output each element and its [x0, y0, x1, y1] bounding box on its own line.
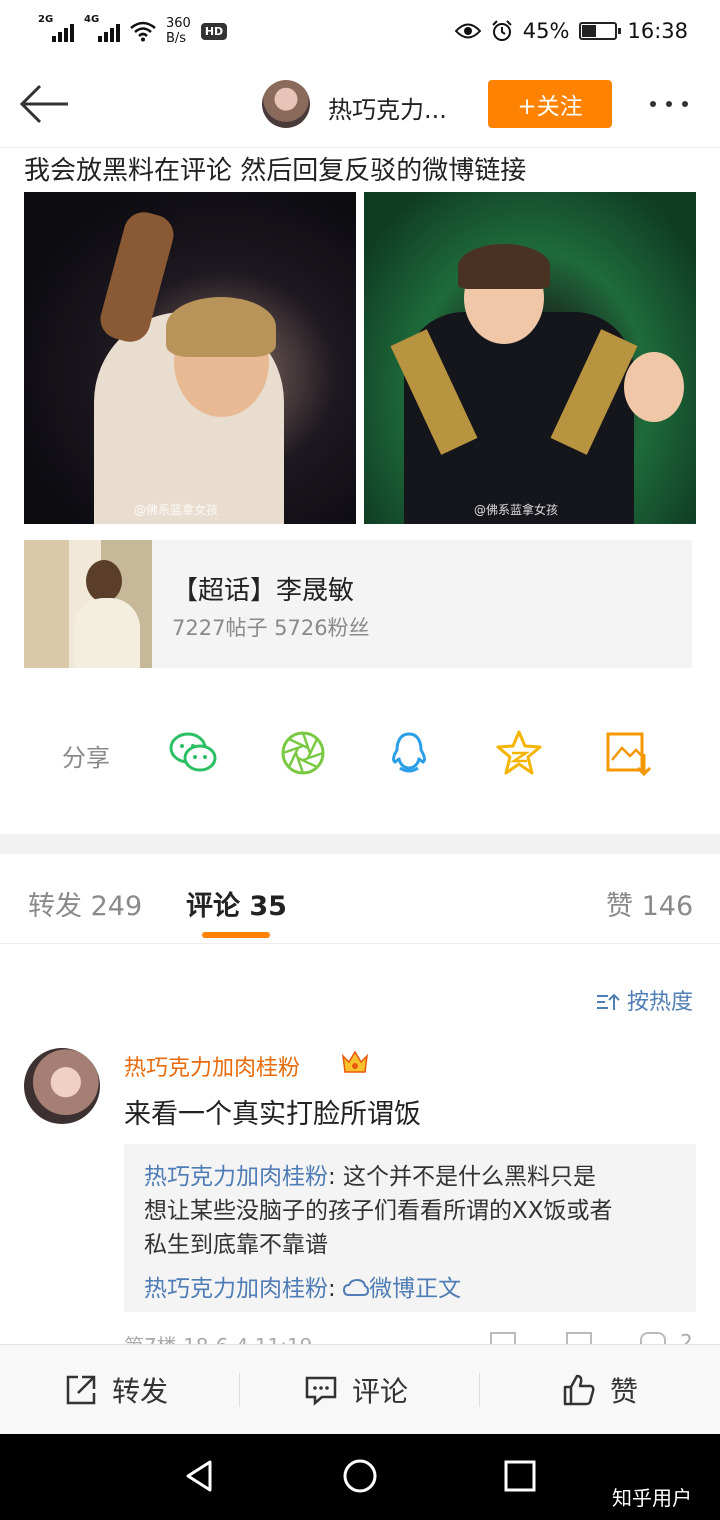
- figure-shape: [458, 244, 550, 289]
- topic-stats: 7227帖子 5726粉丝: [172, 616, 370, 640]
- post-text: 我会放黑料在评论 然后回复反驳的微博链接: [24, 156, 527, 186]
- comment-bubble-icon: [305, 1376, 337, 1406]
- clock: 16:38: [627, 19, 688, 43]
- back-arrow-icon[interactable]: [18, 82, 70, 126]
- figure-shape: [624, 352, 684, 422]
- battery-fill: [582, 25, 597, 37]
- reply-line-4: 热巧克力加肉桂粉: 微博正文: [144, 1272, 461, 1306]
- recents-square-icon[interactable]: [500, 1456, 540, 1496]
- speed-unit: B/s: [166, 31, 187, 46]
- image-watermark: @佛系蓝拿女孩: [474, 503, 559, 517]
- qzone-icon[interactable]: [494, 728, 544, 778]
- status-right: 45% 16:38: [454, 19, 688, 43]
- status-left: 2G 4G 360 B/s HD: [38, 14, 228, 46]
- weibo-link-icon: [343, 1278, 370, 1296]
- reply-line-3: 私生到底靠不靠谱: [144, 1232, 328, 1258]
- system-navigation-bar: 知乎用户: [0, 1434, 720, 1520]
- wechat-icon[interactable]: [168, 728, 218, 778]
- bottom-action-bar: 转发 评论 赞: [0, 1344, 720, 1434]
- zhihu-watermark: 知乎用户: [612, 1486, 692, 1510]
- sort-by-hot-button[interactable]: 按热度: [596, 984, 693, 1016]
- sort-label: 按热度: [627, 990, 694, 1015]
- topic-thumbnail: [24, 540, 152, 668]
- tab-likes[interactable]: 赞 146: [606, 884, 693, 923]
- weibo-post-link[interactable]: 微博正文: [369, 1276, 461, 1302]
- signal-icon: 2G: [38, 14, 74, 42]
- reply-line-2: 想让某些没脑子的孩子们看看所谓的XX饭或者: [144, 1198, 613, 1224]
- tab-comments[interactable]: 评论 35: [186, 884, 287, 923]
- commenter-name[interactable]: 热巧克力加肉桂粉: [124, 1050, 300, 1082]
- save-image-icon[interactable]: [604, 728, 654, 778]
- section-divider: [0, 834, 720, 854]
- figure-shape: [74, 598, 140, 668]
- thumbs-up-icon: [563, 1374, 595, 1406]
- figure-shape: [86, 560, 122, 602]
- author-name[interactable]: 热巧克力...: [328, 90, 447, 125]
- figure-shape: [166, 297, 276, 357]
- more-options-button[interactable]: [650, 92, 700, 116]
- active-tab-indicator: [202, 932, 270, 938]
- commenter-avatar[interactable]: [24, 1048, 100, 1124]
- repost-icon: [66, 1375, 96, 1405]
- like-button[interactable]: 赞: [562, 1345, 638, 1435]
- top-nav-bar: 热巧克力... +关注: [0, 62, 720, 148]
- tab-reposts[interactable]: 转发 249: [28, 884, 142, 923]
- follow-button[interactable]: +关注: [488, 80, 612, 128]
- eye-icon: [454, 23, 481, 39]
- post-image-1[interactable]: @佛系蓝拿女孩: [24, 192, 356, 524]
- reply-text-1: : 这个并不是什么黑料只是: [328, 1164, 597, 1190]
- reply-link-sep: :: [328, 1276, 344, 1302]
- repost-label: 转发: [112, 1375, 169, 1408]
- home-circle-icon[interactable]: [340, 1456, 380, 1496]
- interaction-tabs: 转发 249 评论 35 赞 146: [0, 854, 720, 944]
- battery-percent: 45%: [522, 19, 570, 43]
- share-label: 分享: [62, 744, 110, 772]
- hd-badge: HD: [200, 22, 228, 40]
- reply-author-link-2[interactable]: 热巧克力加肉桂粉: [144, 1276, 328, 1302]
- dot-icon: [682, 101, 688, 107]
- author-avatar[interactable]: [262, 80, 310, 128]
- topic-title: 【超话】李晟敏: [172, 576, 355, 606]
- network-type-1: 2G: [38, 14, 54, 25]
- alarm-icon: [492, 20, 512, 41]
- network-type-2: 4G: [84, 14, 100, 25]
- qq-icon[interactable]: [384, 728, 434, 778]
- reply-preview-box[interactable]: 热巧克力加肉桂粉: 这个并不是什么黑料只是 想让某些没脑子的孩子们看看所谓的XX…: [124, 1144, 696, 1312]
- signal-icon-2: 4G: [84, 14, 120, 42]
- action-divider: [239, 1373, 240, 1407]
- dot-icon: [650, 101, 656, 107]
- reply-line-1: 热巧克力加肉桂粉: 这个并不是什么黑料只是: [144, 1160, 596, 1194]
- like-label: 赞: [610, 1375, 639, 1408]
- battery-icon: [579, 22, 622, 40]
- action-divider: [479, 1373, 480, 1407]
- reply-author-link[interactable]: 热巧克力加肉桂粉: [144, 1164, 328, 1190]
- back-triangle-icon[interactable]: [180, 1456, 220, 1496]
- comment-label: 评论: [352, 1375, 409, 1408]
- post-image-2[interactable]: @佛系蓝拿女孩: [364, 192, 696, 524]
- speed-value: 360: [166, 16, 191, 31]
- moments-icon[interactable]: [278, 728, 328, 778]
- super-topic-card[interactable]: 【超话】李晟敏 7227帖子 5726粉丝: [24, 540, 692, 668]
- image-watermark: @佛系蓝拿女孩: [134, 503, 219, 517]
- status-bar: 2G 4G 360 B/s HD 45% 16:38: [0, 0, 720, 62]
- repost-button[interactable]: 转发: [64, 1345, 168, 1435]
- network-speed: 360 B/s: [166, 16, 191, 46]
- weibo-post-page: 2G 4G 360 B/s HD 45% 16:38 热巧克力... +关注 我…: [0, 0, 720, 1520]
- sort-icon: [597, 993, 620, 1010]
- comment-button[interactable]: 评论: [304, 1345, 408, 1435]
- comment-text: 来看一个真实打脸所谓饭: [124, 1099, 421, 1130]
- vip-crown-icon: [341, 1050, 369, 1073]
- dot-icon: [666, 101, 672, 107]
- wifi-icon: [130, 21, 156, 42]
